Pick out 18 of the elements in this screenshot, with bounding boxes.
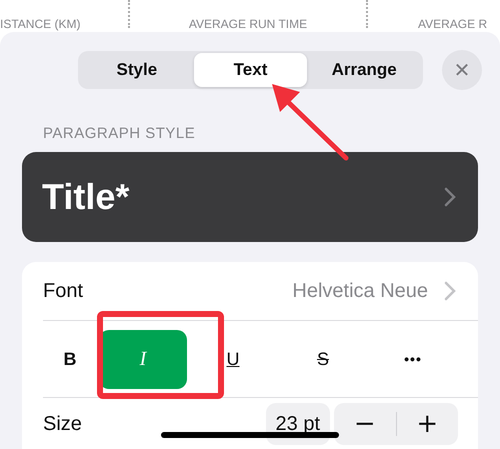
size-label: Size — [43, 412, 82, 436]
column-header: ISTANCE (KM) — [0, 17, 82, 32]
decrease-button[interactable]: − — [334, 408, 396, 440]
strikethrough-button[interactable]: S — [279, 330, 367, 388]
section-heading: PARAGRAPH STYLE — [43, 125, 196, 142]
paragraph-style-button[interactable]: Title* — [22, 152, 478, 242]
column-header: AVERAGE R — [417, 17, 488, 32]
more-button[interactable]: ••• — [369, 330, 457, 388]
tab[interactable]: Style — [80, 53, 194, 87]
tab[interactable]: Arrange — [307, 53, 422, 87]
bold-button[interactable]: B — [43, 330, 97, 388]
font-label: Font — [43, 280, 84, 302]
column-header: AVERAGE RUN TIME — [188, 17, 308, 32]
chevron-icon — [444, 281, 456, 301]
tab[interactable]: Text — [194, 53, 308, 87]
underline-button[interactable]: U — [189, 330, 277, 388]
increase-button[interactable]: + — [396, 408, 458, 440]
chevron-icon — [444, 187, 456, 207]
